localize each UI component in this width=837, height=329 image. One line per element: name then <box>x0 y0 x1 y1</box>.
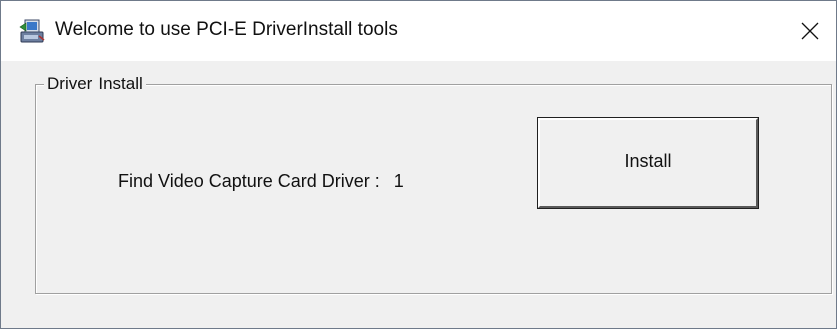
groupbox-legend: Driver Install <box>44 74 146 94</box>
close-button[interactable] <box>784 1 836 61</box>
driver-count-row: Find Video Capture Card Driver : 1 <box>118 171 404 192</box>
close-icon <box>801 22 819 40</box>
driver-count-label: Find Video Capture Card Driver : <box>118 171 380 191</box>
window-title: Welcome to use PCI-E DriverInstall tools <box>55 19 398 40</box>
install-button-label: Install <box>624 150 672 171</box>
legend-install: Install <box>98 74 143 93</box>
driver-count-value: 1 <box>393 171 404 191</box>
title-bar[interactable]: Welcome to use PCI-E DriverInstall tools <box>1 1 836 61</box>
client-area: Driver Install Find Video Capture Card Dr… <box>1 61 836 328</box>
legend-driver: Driver <box>47 74 93 93</box>
install-button[interactable]: Install <box>537 117 759 209</box>
installer-computer-icon <box>19 18 45 44</box>
driver-install-window: Welcome to use PCI-E DriverInstall tools… <box>0 0 837 329</box>
